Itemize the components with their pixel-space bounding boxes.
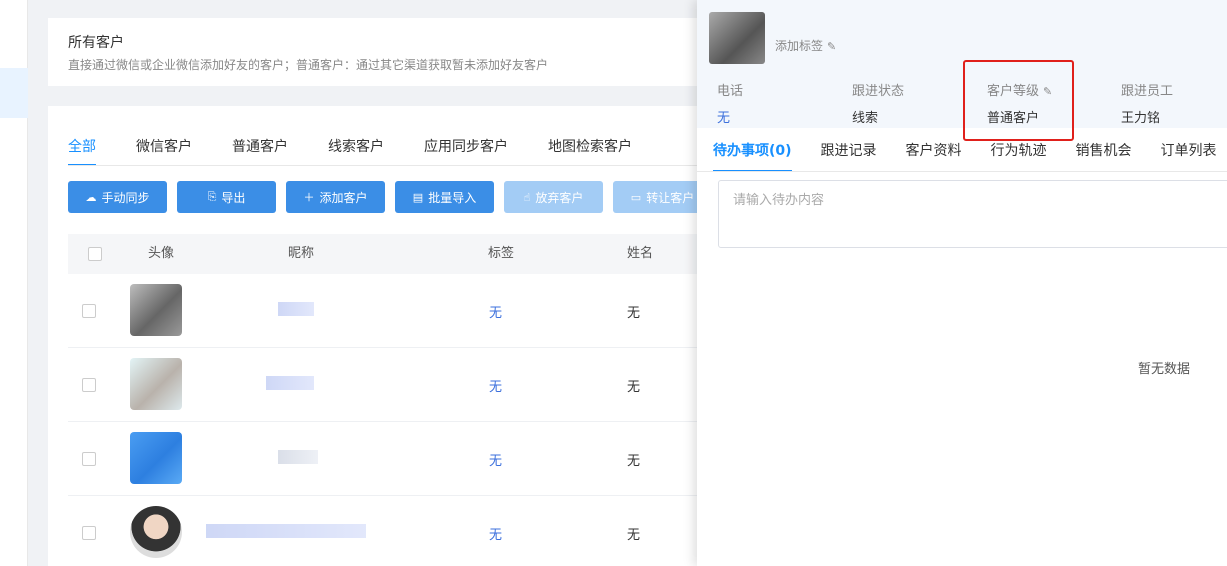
nickname-blurred [278,302,314,316]
tab-normal[interactable]: 普通客户 [232,136,288,166]
table-row[interactable]: 无 无 [68,348,708,422]
panel-tabs: 待办事项(0) 跟进记录 客户资料 行为轨迹 销售机会 订单列表 [713,140,1227,172]
header-tag: 标签 [488,246,515,261]
folder-icon: ▭ [630,190,642,204]
tab-wechat[interactable]: 微信客户 [136,136,192,166]
edit-level-icon[interactable]: ✎ [1043,85,1052,98]
import-file-icon: ▤ [412,190,424,204]
header-name: 姓名 [627,246,654,261]
tab-map-search[interactable]: 地图检索客户 [548,136,632,166]
avatar [130,358,182,410]
table-row[interactable]: 无 无 [68,274,708,348]
customer-list-card: 全部 微信客户 普通客户 线索客户 应用同步客户 地图检索客户 ☁ 手动同步 ⎘ 导… [48,106,712,566]
tag-value[interactable]: 无 [489,302,502,321]
row-checkbox[interactable] [82,378,96,392]
tab-customer-info[interactable]: 客户资料 [906,140,962,172]
name-value: 无 [627,528,641,543]
header-nickname: 昵称 [288,246,315,261]
field-customer-level: 客户等级 ✎ 普通客户 [987,84,1053,126]
pencil-icon: ✎ [827,40,837,53]
tab-all[interactable]: 全部 [68,136,96,166]
field-follow-status: 跟进状态 线索 [852,84,905,126]
header-avatar: 头像 [148,246,175,261]
cloud-upload-icon: ☁ [85,190,97,204]
tab-behavior[interactable]: 行为轨迹 [991,140,1047,172]
name-value: 无 [627,380,641,395]
table-row[interactable]: 无 无 [68,496,708,566]
page-header: 所有客户 直接通过微信或企业微信添加好友的客户；普通客户：通过其它渠道获取暂未添… [48,18,708,86]
panel-tab-divider [697,171,1227,172]
tab-todo[interactable]: 待办事项(0) [713,140,792,172]
nickname-blurred [206,524,366,538]
field-follower: 跟进员工 王力铭 [1121,84,1174,126]
name-value: 无 [627,454,641,469]
page-title: 所有客户 [68,35,124,51]
tab-orders[interactable]: 订单列表 [1161,140,1217,172]
page-description: 直接通过微信或企业微信添加好友的客户；普通客户：通过其它渠道获取暂未添加好友客户 [68,58,549,72]
add-tag-button[interactable]: 添加标签 ✎ [775,37,836,54]
left-nav-active-item[interactable] [0,68,28,118]
tag-value[interactable]: 无 [489,524,502,543]
plus-icon: ＋ [303,191,315,204]
nickname-blurred [278,450,318,464]
table-row[interactable]: 无 无 [68,422,708,496]
avatar [130,284,182,336]
sync-button[interactable]: ☁ 手动同步 [68,181,167,213]
tab-sales-opportunity[interactable]: 销售机会 [1076,140,1132,172]
avatar [130,506,182,558]
tag-value[interactable]: 无 [489,376,502,395]
table-header: 头像 昵称 标签 姓名 [68,234,708,274]
tag-value[interactable]: 无 [489,450,502,469]
nickname-blurred [266,376,314,390]
customer-tabs: 全部 微信客户 普通客户 线索客户 应用同步客户 地图检索客户 [68,136,672,166]
export-button[interactable]: ⎘ 导出 [177,181,276,213]
toolbar: ☁ 手动同步 ⎘ 导出 ＋添加客户 ▤ 批量导入 ☝ 放弃客户 ▭ 转让客户 [68,181,722,213]
add-customer-button[interactable]: ＋添加客户 [286,181,385,213]
todo-input[interactable] [718,180,1227,248]
batch-import-button[interactable]: ▤ 批量导入 [395,181,494,213]
avatar [130,432,182,484]
panel-summary: 添加标签 ✎ 电话 无 跟进状态 线索 客户等级 ✎ 普通客户 跟进员工 王力铭 [697,0,1227,128]
tab-follow-records[interactable]: 跟进记录 [821,140,877,172]
tab-lead[interactable]: 线索客户 [328,136,384,166]
customer-avatar [709,12,765,64]
row-checkbox[interactable] [82,304,96,318]
export-icon: ⎘ [207,190,217,203]
abandon-customer-button[interactable]: ☝ 放弃客户 [504,181,603,213]
field-phone: 电话 无 [717,84,744,126]
customer-detail-panel: 添加标签 ✎ 电话 无 跟进状态 线索 客户等级 ✎ 普通客户 跟进员工 王力铭 待… [697,0,1227,566]
row-checkbox[interactable] [82,452,96,466]
select-all-checkbox[interactable] [88,247,102,261]
tab-divider [68,165,708,166]
name-value: 无 [627,306,641,321]
row-checkbox[interactable] [82,526,96,540]
empty-state: 暂无数据 [1138,362,1191,377]
tab-app-sync[interactable]: 应用同步客户 [424,136,508,166]
left-nav [0,0,28,566]
thumbs-icon: ☝ [523,190,531,204]
